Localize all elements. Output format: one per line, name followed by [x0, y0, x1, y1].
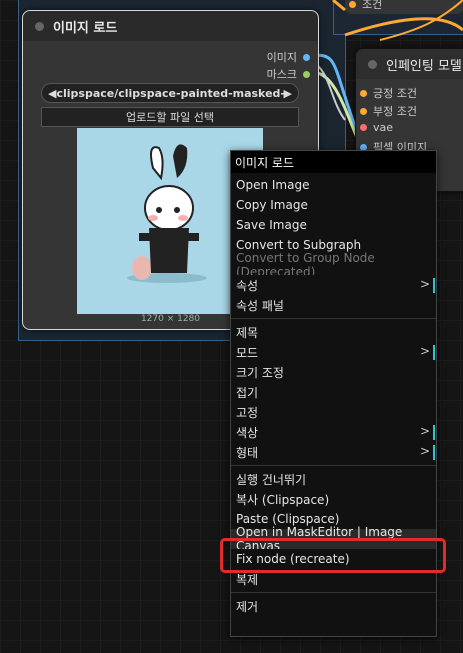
menu-item-label: 색상	[236, 425, 259, 440]
menu-item-label: Copy Image	[236, 198, 308, 212]
input-label: vae	[373, 121, 394, 134]
menu-item-label: Open Image	[236, 178, 310, 192]
node-title-bar[interactable]: 이미지 로드	[23, 11, 318, 41]
menu-item-label: 제거	[236, 599, 259, 614]
menu-item-mode[interactable]: 모드 >	[231, 342, 436, 362]
menu-item-title[interactable]: 제목	[231, 322, 436, 342]
input-vae[interactable]: vae	[360, 121, 393, 134]
output-label: 마스크	[266, 68, 297, 81]
menu-item-label: Convert to Subgraph	[236, 238, 362, 252]
annotation-highlight-box	[220, 538, 446, 573]
submenu-bar	[433, 445, 435, 460]
menu-item-open-image[interactable]: Open Image	[231, 175, 436, 195]
input-label: 긍정 조건	[373, 87, 417, 100]
menu-item-label: 크기 조정	[236, 365, 284, 380]
menu-item-convert-group-node: Convert to Group Node (Deprecated)	[231, 251, 436, 279]
menu-item-label: 복제	[236, 572, 259, 587]
menu-item-properties[interactable]: 속성 >	[231, 275, 436, 295]
menu-item-label: 고정	[236, 405, 259, 420]
combo-value: clipspace/clipspace-painted-masked-556 .…	[56, 86, 284, 100]
socket-icon[interactable]	[303, 70, 310, 78]
menu-item-pin[interactable]: 고정	[231, 402, 436, 422]
menu-item-label: 실행 건너뛰기	[236, 472, 307, 487]
input-positive[interactable]: 긍정 조건	[360, 85, 417, 101]
menu-item-color[interactable]: 색상 >	[231, 422, 436, 442]
menu-item-collapse[interactable]: 접기	[231, 382, 436, 402]
socket-icon[interactable]	[360, 89, 367, 97]
menu-item-save-image[interactable]: Save Image	[231, 215, 436, 235]
menu-item-label: 속성 패널	[236, 298, 284, 313]
menu-item-label: Save Image	[236, 218, 307, 232]
output-mask[interactable]: 마스크	[267, 66, 310, 82]
submenu-bar	[433, 345, 435, 360]
menu-separator	[231, 318, 436, 319]
input-label: 부정 조건	[373, 105, 417, 118]
submenu-arrow-icon: >	[419, 344, 430, 358]
context-menu-title: 이미지 로드	[231, 151, 436, 173]
submenu-bar	[433, 425, 435, 440]
combo-left-arrow-icon[interactable]: ◀	[48, 87, 56, 100]
upload-button[interactable]: 업로드할 파일 선택	[41, 107, 299, 127]
menu-item-remove[interactable]: 제거	[231, 596, 436, 616]
node-title-bar[interactable]: 인페인팅 모델	[356, 49, 463, 79]
input-negative[interactable]: 부정 조건	[360, 103, 417, 119]
menu-item-copy-image[interactable]: Copy Image	[231, 195, 436, 215]
socket-icon[interactable]	[360, 124, 367, 131]
upload-label: 업로드할 파일 선택	[126, 111, 214, 124]
submenu-arrow-icon: >	[419, 424, 430, 438]
image-combo[interactable]: ◀ clipspace/clipspace-painted-masked-556…	[41, 83, 299, 103]
menu-item-copy-clipspace[interactable]: 복사 (Clipspace)	[231, 489, 436, 509]
menu-separator	[231, 592, 436, 593]
output-image[interactable]: 이미지	[267, 49, 310, 65]
socket-icon[interactable]	[360, 107, 367, 115]
menu-item-label: Paste (Clipspace)	[236, 512, 340, 526]
collapse-dot-icon[interactable]	[35, 21, 44, 31]
menu-item-bypass[interactable]: 실행 건너뛰기	[231, 469, 436, 489]
menu-separator	[231, 465, 436, 466]
collapse-dot-icon[interactable]	[368, 59, 377, 69]
menu-item-resize[interactable]: 크기 조정	[231, 362, 436, 382]
submenu-arrow-icon: >	[419, 277, 430, 291]
combo-right-arrow-icon[interactable]: ▶	[284, 87, 292, 100]
submenu-bar	[433, 278, 435, 293]
menu-item-properties-panel[interactable]: 속성 패널	[231, 295, 436, 315]
node-title: 이미지 로드	[53, 20, 118, 36]
menu-item-label: 복사 (Clipspace)	[236, 492, 330, 507]
menu-item-label: 모드	[236, 345, 259, 360]
menu-item-shape[interactable]: 형태 >	[231, 442, 436, 462]
wire-cond	[332, 0, 346, 12]
socket-icon[interactable]	[303, 53, 310, 61]
node-title: 인페인팅 모델	[386, 58, 462, 74]
menu-item-label: 속성	[236, 278, 259, 293]
menu-item-label: 접기	[236, 385, 259, 400]
menu-item-label: 제목	[236, 325, 259, 340]
submenu-arrow-icon: >	[419, 444, 430, 458]
menu-item-label: 형태	[236, 445, 259, 460]
output-label: 이미지	[266, 51, 297, 64]
